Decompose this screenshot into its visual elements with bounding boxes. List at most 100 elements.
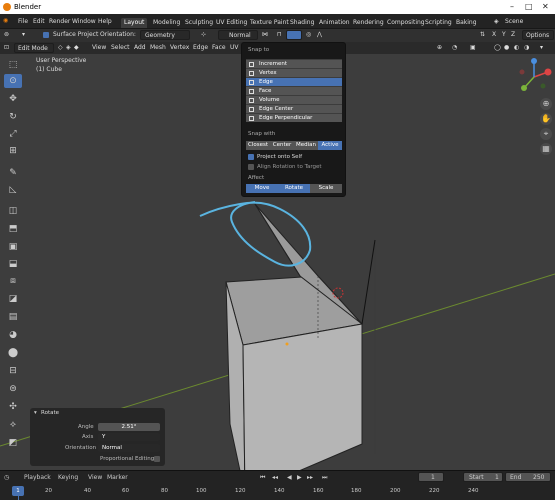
tab-uv-editing[interactable]: UV Editing (213, 18, 250, 28)
smooth-icon[interactable]: ⬤ (4, 346, 22, 360)
blender-menu-icon[interactable]: ◉ (3, 17, 8, 24)
snap-with-center[interactable]: Center (270, 141, 294, 150)
tab-shading[interactable]: Shading (287, 18, 317, 28)
menu-marker[interactable]: Marker (107, 474, 128, 481)
scene-name[interactable]: Scene (505, 18, 523, 25)
shear-icon[interactable]: ✣ (4, 400, 22, 414)
options-dropdown[interactable]: Options (522, 30, 554, 40)
start-frame-field[interactable]: Start 1 (463, 472, 503, 482)
proportional-edit-icon[interactable]: ◎ (306, 31, 311, 38)
scene-icon[interactable]: ◈ (494, 18, 499, 25)
shading-material-icon[interactable]: ◐ (514, 44, 519, 51)
rip-edge-icon[interactable]: ◩ (4, 436, 22, 450)
operator-collapse-icon[interactable]: ▾ (34, 410, 37, 416)
zoom-icon[interactable]: ⊕ (540, 98, 552, 110)
z-axis-mirror[interactable]: Z (511, 31, 515, 38)
select-vertex-icon[interactable]: ◇ (58, 44, 63, 51)
play-reverse-icon[interactable]: ◀ (287, 474, 292, 481)
proportional-icon[interactable]: ⋈ (262, 31, 268, 38)
mode-dropdown[interactable]: Edit Mode (14, 43, 54, 53)
snap-volume[interactable]: Volume (246, 95, 342, 104)
project-self-checkbox[interactable] (248, 154, 254, 160)
jump-end-icon[interactable]: ⏭ (322, 474, 327, 482)
scale-icon[interactable]: ⤢ (4, 127, 22, 141)
camera-icon[interactable]: ⌖ (540, 128, 552, 140)
shrink-fatten-icon[interactable]: ⊜ (4, 382, 22, 396)
shading-wire-icon[interactable]: ◯ (494, 44, 501, 51)
maximize-icon[interactable]: □ (525, 2, 533, 11)
edge-slide-icon[interactable]: ⊟ (4, 364, 22, 378)
add-cube-icon[interactable]: ◫ (4, 204, 22, 218)
snap-element-dropdown[interactable] (286, 30, 302, 40)
next-key-icon[interactable]: ▸▸ (307, 474, 313, 481)
menu-add[interactable]: Add (134, 44, 146, 51)
snap-edge-perpendicular[interactable]: Edge Perpendicular (246, 113, 342, 122)
annotate-icon[interactable]: ✎ (4, 166, 22, 180)
overlays-icon[interactable]: ◔ (452, 44, 457, 51)
shading-dropdown-icon[interactable]: ▾ (540, 44, 543, 51)
menu-edit[interactable]: Edit (33, 18, 45, 25)
snap-orientation-dropdown[interactable]: Normal (218, 30, 258, 40)
menu-select[interactable]: Select (111, 44, 130, 51)
poly-build-icon[interactable]: ▤ (4, 310, 22, 324)
menu-view[interactable]: View (92, 44, 106, 51)
navigation-gizmo[interactable] (515, 58, 553, 96)
angle-field[interactable]: 2.51° (98, 423, 160, 431)
proportional-checkbox[interactable] (154, 456, 160, 462)
tab-layout[interactable]: Layout (121, 18, 148, 28)
playhead[interactable]: 1 (12, 486, 24, 496)
loop-cut-icon[interactable]: ⧈ (4, 274, 22, 288)
tab-scripting[interactable]: Scripting (422, 18, 455, 28)
menu-timeline-view[interactable]: View (88, 474, 102, 481)
menu-vertex[interactable]: Vertex (170, 44, 189, 51)
menu-playback[interactable]: Playback (24, 474, 51, 481)
menu-mesh[interactable]: Mesh (150, 44, 166, 51)
minimize-icon[interactable]: – (510, 2, 514, 11)
select-edge-icon[interactable]: ◈ (66, 44, 71, 51)
select-box-icon[interactable]: ⬚ (4, 58, 22, 72)
editor-type-icon[interactable]: ⊡ (4, 44, 9, 51)
measure-icon[interactable]: ◺ (4, 183, 22, 197)
x-axis-mirror[interactable]: X (492, 31, 496, 38)
snap-edge-center[interactable]: Edge Center (246, 104, 342, 113)
close-icon[interactable]: ✕ (542, 2, 549, 11)
menu-file[interactable]: File (18, 18, 28, 25)
tab-texture-paint[interactable]: Texture Paint (247, 18, 292, 28)
tab-sculpting[interactable]: Sculpting (182, 18, 216, 28)
snap-with-median[interactable]: Median (294, 141, 318, 150)
menu-edge[interactable]: Edge (193, 44, 208, 51)
transform-icon[interactable]: ⊞ (4, 144, 22, 158)
viewport-gizmo-icon[interactable]: ⊕ (437, 44, 442, 51)
tab-baking[interactable]: Baking (453, 18, 480, 28)
tab-modeling[interactable]: Modeling (150, 18, 183, 28)
bevel-icon[interactable]: ⬓ (4, 257, 22, 271)
xray-icon[interactable]: ▣ (470, 44, 476, 51)
extrude-icon[interactable]: ⬒ (4, 222, 22, 236)
overlay-icon[interactable]: ⇅ (480, 31, 485, 38)
prev-key-icon[interactable]: ◂◂ (272, 474, 278, 481)
orientation-op-dropdown[interactable]: Normal (98, 444, 160, 452)
shading-render-icon[interactable]: ◑ (524, 44, 529, 51)
snap-vertex[interactable]: Vertex (246, 68, 342, 77)
transform-pivot-icon[interactable]: ⊹ (201, 31, 206, 38)
orientation-dropdown[interactable]: Geometry (140, 30, 190, 40)
menu-help[interactable]: Help (98, 18, 112, 25)
tab-rendering[interactable]: Rendering (350, 18, 387, 28)
tool-dropdown-icon[interactable]: ▾ (22, 31, 25, 38)
jump-start-icon[interactable]: ⏮ (260, 474, 265, 482)
axis-dropdown[interactable]: Y (98, 433, 160, 441)
surface-project-checkbox[interactable] (43, 32, 49, 38)
affect-rotate[interactable]: Rotate (278, 184, 310, 193)
end-frame-field[interactable]: End 250 (505, 472, 551, 482)
timeline-editor-icon[interactable]: ◷ (4, 474, 9, 481)
knife-icon[interactable]: ◪ (4, 292, 22, 306)
snap-with-active[interactable]: Active (318, 141, 342, 150)
rip-icon[interactable]: ⟡ (4, 418, 22, 432)
pan-hand-icon[interactable]: ✋ (540, 113, 552, 125)
menu-face[interactable]: Face (212, 44, 226, 51)
snap-with-closest[interactable]: Closest (246, 141, 270, 150)
perspective-grid-icon[interactable]: ▦ (540, 143, 552, 155)
shading-solid-icon[interactable]: ● (504, 44, 509, 51)
tab-animation[interactable]: Animation (316, 18, 353, 28)
cursor-icon[interactable]: ⊙ (4, 74, 22, 88)
